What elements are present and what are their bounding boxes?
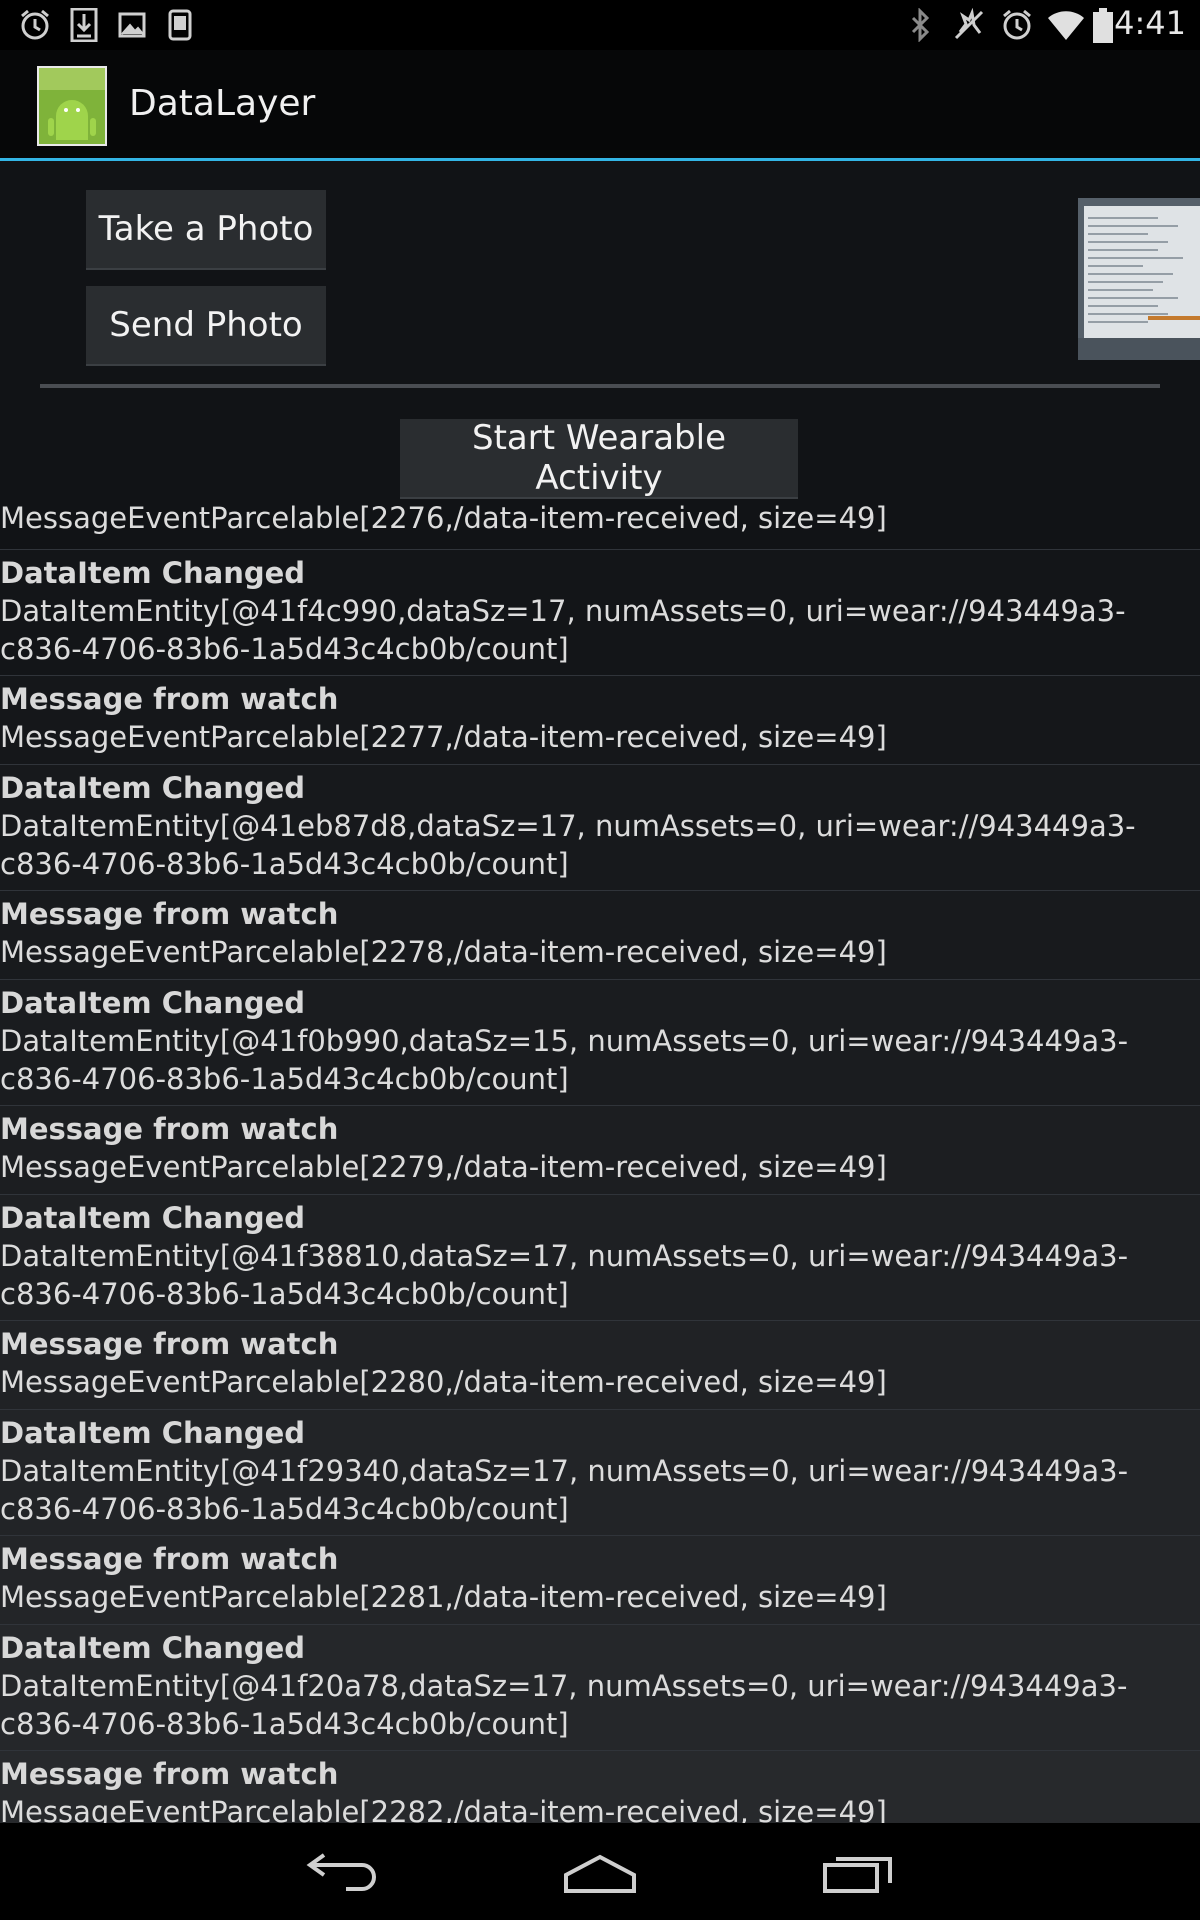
- log-title: Message from watch: [0, 1327, 339, 1361]
- list-item: Message from watch MessageEventParcelable…: [0, 891, 1200, 980]
- list-item: DataItem Changed DataItemEntity[@41f38810…: [0, 1195, 1200, 1321]
- app-icon[interactable]: [37, 66, 107, 146]
- send-photo-button[interactable]: Send Photo: [86, 286, 326, 366]
- start-wearable-activity-button[interactable]: Start Wearable Activity: [400, 418, 798, 499]
- log-detail: MessageEventParcelable[2277,/data-item-r…: [0, 720, 887, 754]
- list-item: DataItem Changed DataItemEntity[@41eb87d8…: [0, 765, 1200, 891]
- take-photo-button[interactable]: Take a Photo: [86, 190, 326, 270]
- recent-apps-icon[interactable]: [822, 1851, 894, 1895]
- bluetooth-icon: [911, 8, 930, 42]
- log-title: Message from watch: [0, 682, 339, 716]
- log-title: Message from watch: [0, 1542, 339, 1576]
- wifi-icon: [1048, 11, 1084, 40]
- status-clock: 4:41: [1114, 4, 1186, 42]
- log-title: Message from watch: [0, 897, 339, 931]
- log-title: DataItem Changed: [0, 771, 306, 805]
- log-detail: MessageEventParcelable[2278,/data-item-r…: [0, 935, 887, 969]
- photo-thumbnail: [1078, 198, 1200, 360]
- app-title: DataLayer: [129, 83, 316, 124]
- mute-icon: [954, 8, 984, 40]
- log-detail: MessageEventParcelable[2276,/data-item-r…: [0, 501, 887, 535]
- log-title: DataItem Changed: [0, 556, 306, 590]
- log-detail: MessageEventParcelable[2279,/data-item-r…: [0, 1150, 887, 1184]
- divider: [40, 384, 1160, 388]
- log-detail: DataItemEntity[@41f4c990,dataSz=17, numA…: [0, 594, 1126, 666]
- alarm-icon: [21, 9, 49, 40]
- log-detail: DataItemEntity[@41f20a78,dataSz=17, numA…: [0, 1669, 1128, 1741]
- download-icon: [70, 8, 98, 42]
- back-icon[interactable]: [306, 1853, 380, 1893]
- log-title: DataItem Changed: [0, 986, 306, 1020]
- log-detail: DataItemEntity[@41eb87d8,dataSz=17, numA…: [0, 809, 1136, 881]
- home-icon[interactable]: [562, 1853, 638, 1895]
- navigation-bar: [0, 1823, 1200, 1920]
- log-title: Message from watch: [0, 1757, 339, 1791]
- image-icon: [118, 12, 146, 38]
- main-content: Take a Photo Send Photo Start Wearable A…: [0, 161, 1200, 1840]
- list-item: Message from watch MessageEventParcelable…: [0, 1321, 1200, 1410]
- log-title: Message from watch: [0, 1112, 339, 1146]
- list-item: MessageEventParcelable[2276,/data-item-r…: [0, 499, 1200, 550]
- battery-icon: [1093, 8, 1113, 43]
- alarm-icon: [1003, 9, 1031, 40]
- log-detail: MessageEventParcelable[2281,/data-item-r…: [0, 1580, 887, 1614]
- list-item: Message from watch MessageEventParcelable…: [0, 676, 1200, 765]
- list-item: DataItem Changed DataItemEntity[@41f29340…: [0, 1410, 1200, 1536]
- action-bar: DataLayer: [0, 50, 1200, 161]
- list-item: DataItem Changed DataItemEntity[@41f20a78…: [0, 1625, 1200, 1751]
- log-title: DataItem Changed: [0, 1631, 306, 1665]
- list-item: Message from watch MessageEventParcelable…: [0, 1106, 1200, 1195]
- event-log-list[interactable]: MessageEventParcelable[2276,/data-item-r…: [0, 499, 1200, 1840]
- list-item: DataItem Changed DataItemEntity[@41f4c990…: [0, 550, 1200, 676]
- status-bar: 4:41: [0, 0, 1200, 50]
- list-item: DataItem Changed DataItemEntity[@41f0b990…: [0, 980, 1200, 1106]
- log-detail: MessageEventParcelable[2280,/data-item-r…: [0, 1365, 887, 1399]
- log-detail: DataItemEntity[@41f0b990,dataSz=15, numA…: [0, 1024, 1129, 1096]
- list-item: Message from watch MessageEventParcelable…: [0, 1536, 1200, 1625]
- log-detail: DataItemEntity[@41f38810,dataSz=17, numA…: [0, 1239, 1129, 1311]
- log-title: DataItem Changed: [0, 1201, 306, 1235]
- log-title: DataItem Changed: [0, 1416, 306, 1450]
- log-detail: DataItemEntity[@41f29340,dataSz=17, numA…: [0, 1454, 1129, 1526]
- device-icon: [168, 9, 192, 41]
